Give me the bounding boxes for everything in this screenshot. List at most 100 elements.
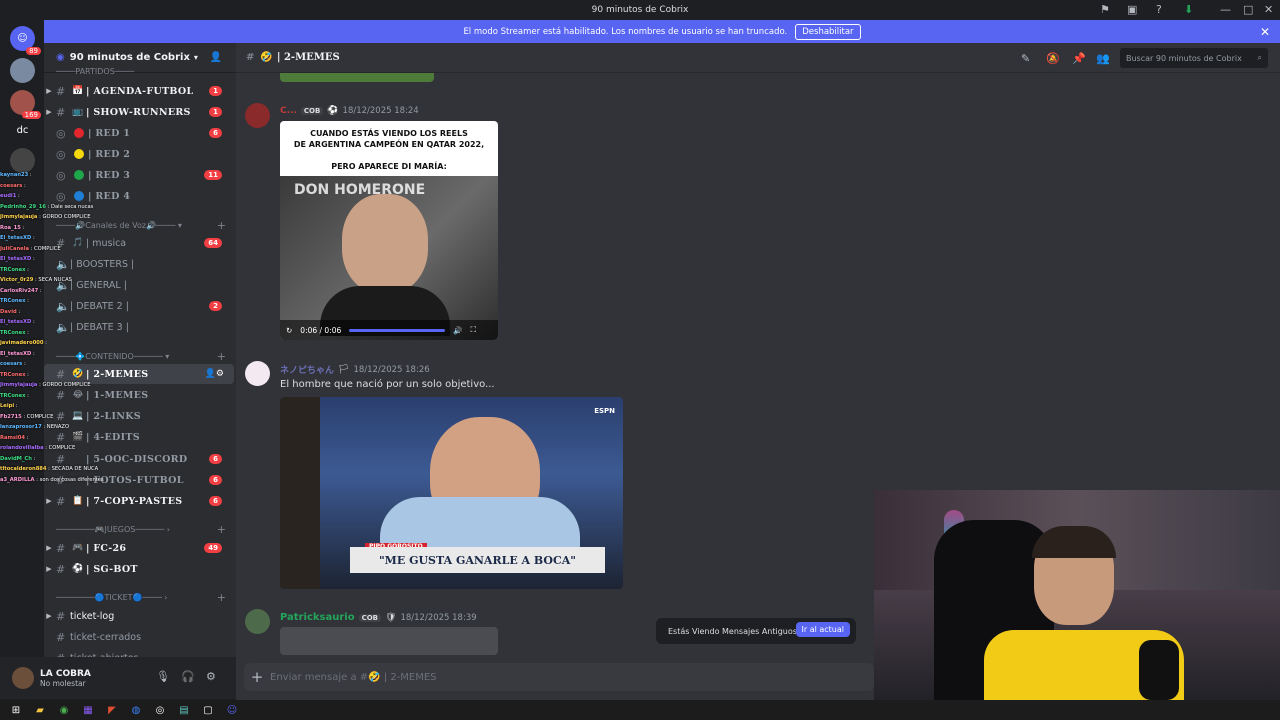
chevron-right-icon: ▶ [46,497,52,505]
image-attachment[interactable]: ESPN PIPO GOROSITO "ME GUSTA GANARLE A B… [280,397,623,589]
stream-chat-user: rolandovillalba [0,445,44,451]
guild-name: 90 minutos de Cobrix [69,52,190,63]
terminal-icon[interactable]: ▢ [200,702,216,718]
chevron-right-icon: ▶ [46,565,52,573]
browser-icon[interactable]: ◍ [128,702,144,718]
pin-icon[interactable]: 📌 [1072,52,1086,65]
windows-start-icon[interactable]: ⊞ [8,702,24,718]
app-icon[interactable]: ▦ [80,702,96,718]
channel-ticket-cerrados[interactable]: # ticket-cerrados [44,627,234,647]
chrome-icon[interactable]: ◉ [56,702,72,718]
jump-to-present-button[interactable]: Ir al actual [795,622,850,637]
channel-7-copy-pastes[interactable]: ▶ # 📋 | 7-COPY-PASTES 6 [44,491,234,511]
avatar[interactable] [12,667,34,689]
stream-chat-user: TRConex [0,266,26,273]
stream-chat-line: Fb2715 : COMPLICE [0,412,170,423]
stream-chat-line: TRConex : [0,328,170,339]
unread-badge: 2 [209,301,222,311]
channel-ticket-abiertos[interactable]: #ticket-abiertos [44,648,234,658]
stream-chat-message: : [25,434,29,441]
discord-icon[interactable]: ☺ [224,702,240,718]
folder-icon[interactable]: ▰ [32,702,48,718]
mute-icon[interactable]: 🔕 [1046,52,1060,65]
members-icon[interactable]: 👥 [1096,52,1110,65]
video-progress[interactable] [349,328,446,332]
message-composer[interactable]: + Enviar mensaje a #🤣 | 2-MEMES [244,663,874,691]
unread-badge: 6 [209,454,222,464]
message-author[interactable]: ネノピちゃん [280,363,334,376]
close-window-icon[interactable]: ✕ [1264,3,1273,16]
channel-fc-26[interactable]: ▶ # 🎮 | FC-26 49 [44,538,234,558]
fullscreen-icon[interactable]: ⛶ [471,325,476,335]
app-icon[interactable]: ◤ [104,702,120,718]
settings-icon[interactable]: 👤⚙ [205,369,224,379]
stream-chat-line: Pedrinho_29_16 : Dale seca nucas [0,202,170,213]
avatar[interactable] [245,361,270,386]
channel-agenda-futbol[interactable]: ▶ # 📅 | AGENDA-FUTBOL 1 [44,81,234,101]
app-icon[interactable]: ▤ [176,702,192,718]
disable-streamer-button[interactable]: Deshabilitar [795,23,861,40]
add-channel-icon[interactable]: + [217,591,226,604]
server-icon[interactable]: dc [10,118,35,143]
stream-chat-line: Ramsi04 : [0,433,170,444]
stream-chat-message: : GORDO COMPLICE [37,382,91,388]
stream-chat-message: : COMPLICE [21,413,54,420]
volume-icon[interactable]: 🔊 [453,326,462,335]
channel-show-runners[interactable]: ▶ # 📺 | SHOW-RUNNERS 1 [44,102,234,122]
category-juegos[interactable]: ────────🎮 JUEGOS ────── › + [56,523,226,536]
category-ticket[interactable]: ────────🔵 TICKET 🔵──── › + [56,591,226,604]
channel-sg-bot[interactable]: ▶ # ⚽ | SG-BOT [44,559,234,579]
channel-red-1[interactable]: ◎ | RED 1 6 [44,123,234,143]
minimize-icon[interactable]: — [1220,3,1231,16]
stream-chat-message: : [22,182,26,189]
add-attachment-icon[interactable]: + [244,668,270,686]
channel-ticket-log[interactable]: ▶ # ticket-log [44,606,234,626]
stream-chat-user: coesars [0,182,23,189]
message-author[interactable]: C... [280,106,297,116]
streamer-figure [984,526,1184,720]
server-icon[interactable]: 169 [10,90,41,119]
invite-icon[interactable]: 👤 [210,52,222,63]
help-icon[interactable]: ? [1156,3,1162,16]
channel-label: | SHOW-RUNNERS [86,106,191,118]
user-info[interactable]: LA COBRA No molestar [40,669,91,688]
video-attachment[interactable]: CUANDO ESTÁS VIENDO LOS REELS DE ARGENTI… [280,121,498,340]
stream-chat-line: kaynan23 : [0,170,170,181]
stream-chat-message: : COMPLICE [28,245,61,252]
avatar[interactable] [245,609,270,634]
stream-chat-line: David : [0,307,170,318]
add-channel-icon[interactable]: + [217,350,226,363]
headphones-icon[interactable]: 🎧 [181,670,195,683]
maximize-icon[interactable]: □ [1243,3,1253,16]
threads-icon[interactable]: ✎ [1021,52,1030,65]
home-server[interactable]: ☺ 89 [10,26,41,55]
stream-chat-line: JuliCanela : COMPLICE [0,244,170,255]
microphone-icon[interactable]: 🎙 [156,670,170,683]
stream-icon[interactable]: ▣ [1127,3,1137,16]
stream-chat-message: : [25,371,29,378]
add-channel-icon[interactable]: + [217,523,226,536]
message-author[interactable]: Patricksaurio [280,612,355,623]
replay-icon[interactable]: ↻ [286,326,292,335]
stream-chat-user: lanzaprosor17 [0,424,42,430]
download-icon[interactable]: ⬇ [1184,3,1193,16]
image-attachment[interactable] [280,73,434,82]
obs-icon[interactable]: ◎ [152,702,168,718]
search-input[interactable]: Buscar 90 minutos de Cobrix ⌕ [1120,48,1268,68]
category-partidos[interactable]: ──── PARTIDOS ──── [56,67,226,76]
channel-red-2[interactable]: ◎ | RED 2 [44,144,234,164]
gear-icon[interactable]: ⚙ [206,670,216,683]
image-attachment[interactable] [280,627,498,655]
stream-chat-user: El_tetasXD [0,256,32,262]
channel-label: | FC-26 [86,542,127,554]
stream-chat-line: eudi1 : [0,191,170,202]
stream-chat-message: : [38,287,42,294]
inbox-icon[interactable]: ⚑ [1100,3,1110,16]
stream-chat-user: Ramsi04 [0,434,25,441]
stream-chat-user: Jimmylajauja [0,214,38,220]
add-channel-icon[interactable]: + [217,219,226,232]
close-banner-icon[interactable]: ✕ [1260,25,1270,39]
avatar[interactable] [245,103,270,128]
channel-emoji: 📋 [72,496,84,506]
server-icon[interactable] [10,58,35,83]
